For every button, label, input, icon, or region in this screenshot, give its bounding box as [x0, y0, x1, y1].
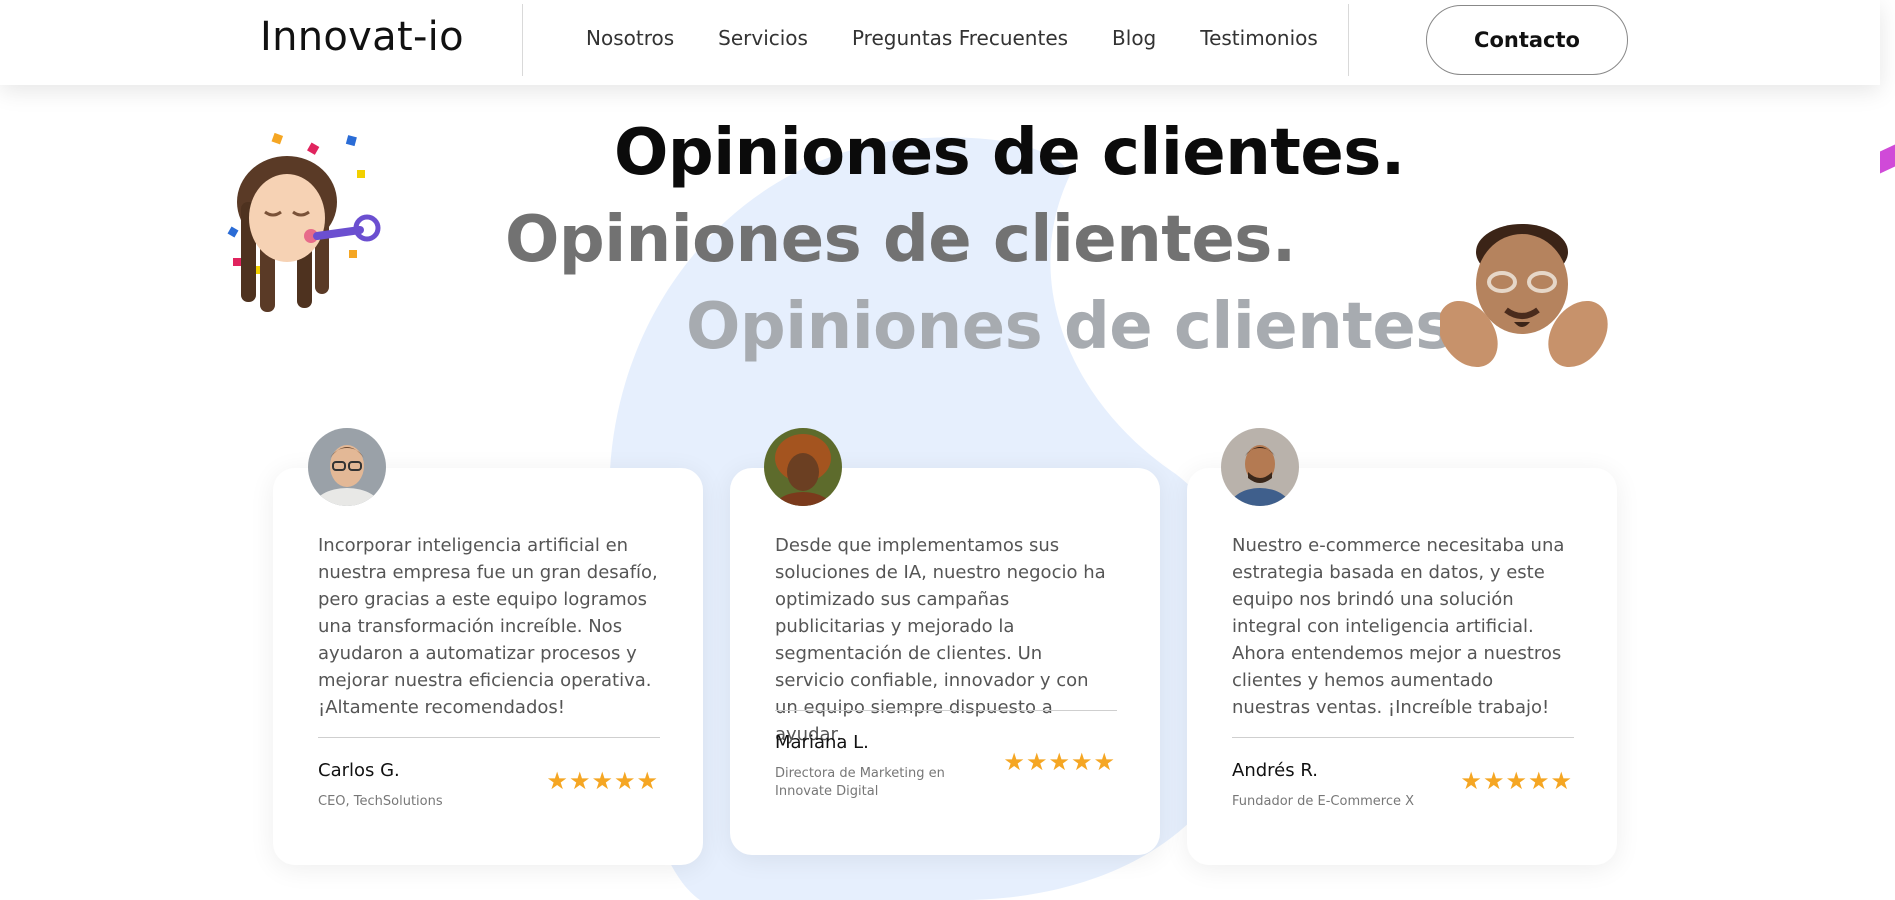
card-divider	[318, 737, 660, 738]
star-rating: ★★★★★	[546, 767, 659, 795]
star-rating: ★★★★★	[1003, 748, 1116, 776]
testimonial-card-3: Nuestro e-commerce necesitaba una estrat…	[1187, 468, 1617, 865]
clapping-memoji-icon	[1440, 224, 1608, 368]
testimonial-author: Mariana L.	[775, 732, 869, 753]
avatar-photo-carlos	[308, 428, 386, 506]
contact-button[interactable]: Contacto	[1426, 5, 1628, 75]
main-nav: Nosotros Servicios Preguntas Frecuentes …	[586, 26, 1318, 50]
nav-link-preguntas-frecuentes[interactable]: Preguntas Frecuentes	[852, 26, 1068, 50]
avatar-photo-mariana	[764, 428, 842, 506]
nav-link-servicios[interactable]: Servicios	[718, 26, 808, 50]
card-divider	[1232, 737, 1574, 738]
header-divider-right	[1348, 4, 1349, 76]
header-divider-left	[522, 4, 523, 76]
site-header: Innovat-io Nosotros Servicios Preguntas …	[0, 0, 1880, 85]
avatar-photo-andres	[1221, 428, 1299, 506]
avatar	[764, 428, 842, 506]
nav-link-blog[interactable]: Blog	[1112, 26, 1156, 50]
nav-link-testimonios[interactable]: Testimonios	[1200, 26, 1318, 50]
testimonial-role: CEO, TechSolutions	[318, 794, 443, 809]
section-title-echo-1: Opiniones de clientes.	[505, 203, 1296, 277]
avatar	[308, 428, 386, 506]
testimonial-author: Andrés R.	[1232, 760, 1318, 781]
avatar	[1221, 428, 1299, 506]
testimonial-author: Carlos G.	[318, 760, 400, 781]
section-title-echo-2: Opiniones de clientes.	[686, 290, 1477, 364]
testimonial-card-2: Desde que implementamos sus soluciones d…	[730, 468, 1160, 855]
star-rating: ★★★★★	[1460, 767, 1573, 795]
testimonial-quote: Nuestro e-commerce necesitaba una estrat…	[1232, 535, 1565, 718]
testimonial-quote: Desde que implementamos sus soluciones d…	[775, 535, 1106, 745]
testimonial-role: Fundador de E-Commerce X	[1232, 794, 1415, 809]
card-divider	[775, 710, 1117, 711]
party-memoji-icon	[227, 132, 381, 312]
testimonial-card-1: Incorporar inteligencia artificial en nu…	[273, 468, 703, 865]
nav-link-nosotros[interactable]: Nosotros	[586, 26, 674, 50]
section-title: Opiniones de clientes.	[614, 116, 1405, 190]
testimonial-role: Directora de Marketing en Innovate Digit…	[775, 766, 945, 799]
testimonial-quote: Incorporar inteligencia artificial en nu…	[318, 535, 658, 718]
site-logo[interactable]: Innovat-io	[260, 14, 464, 60]
